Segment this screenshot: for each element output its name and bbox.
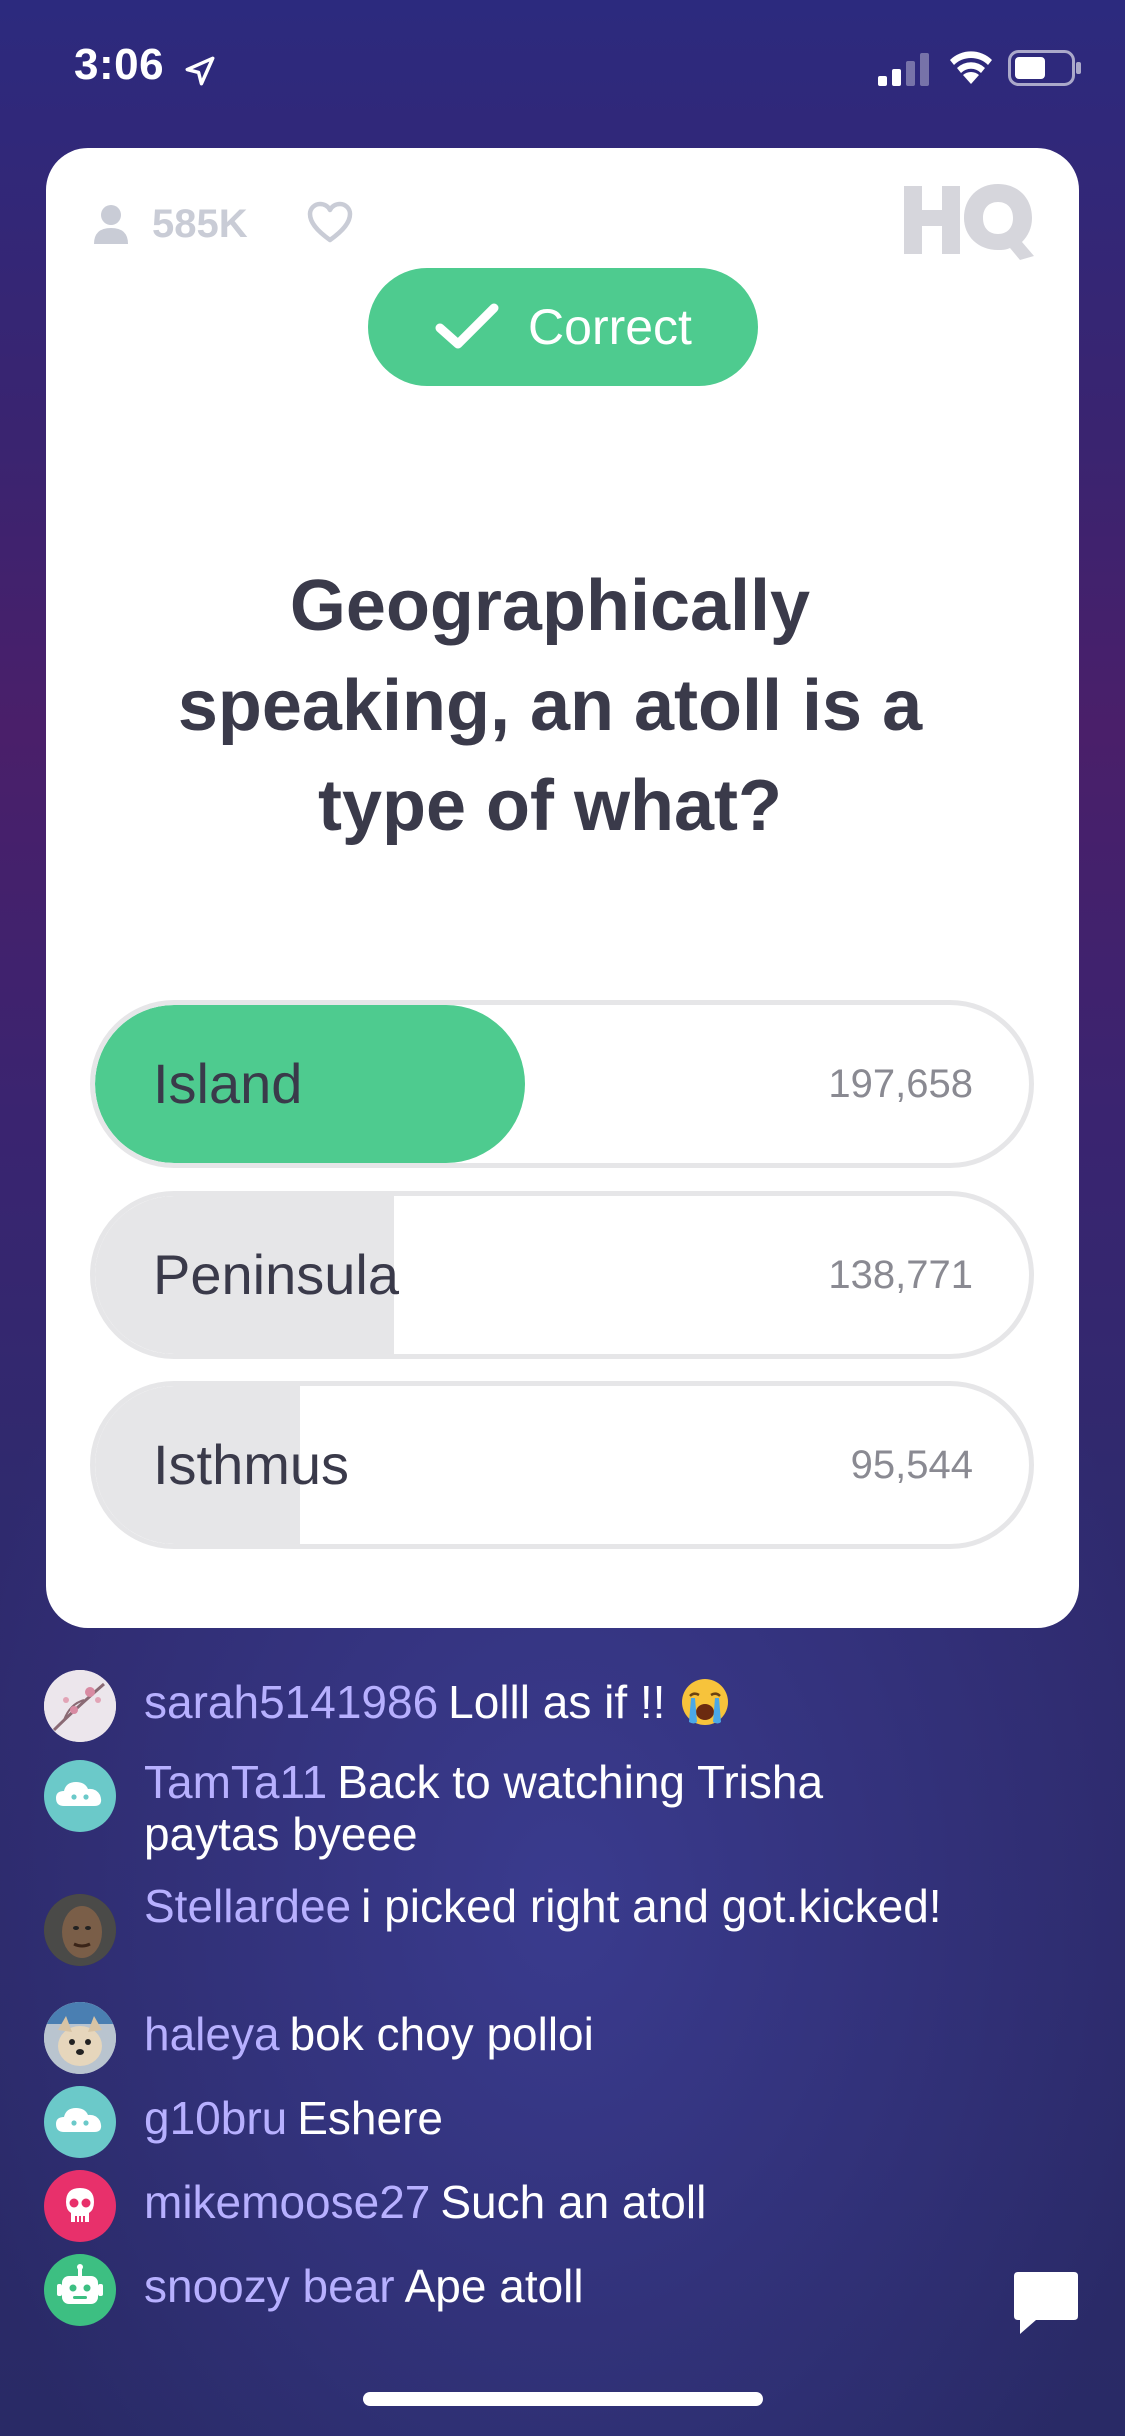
chat-message-text: haleya bok choy polloi: [144, 2008, 944, 2060]
home-indicator[interactable]: [363, 2392, 763, 2406]
chat-message-body: bok choy polloi: [289, 2008, 594, 2060]
chat-username[interactable]: haleya: [144, 2008, 280, 2060]
avatar: [44, 1894, 116, 1966]
chat-username[interactable]: sarah5141986: [144, 1676, 438, 1728]
wifi-icon: [950, 51, 992, 84]
chat-username[interactable]: Stellardee: [144, 1880, 351, 1932]
chat-message-text: TamTa11 Back to watching Trisha paytas by…: [144, 1756, 944, 1860]
answer-option-island: Island 197,658: [90, 1000, 1034, 1168]
skull-avatar-icon: [66, 2188, 94, 2222]
checkmark-icon: [435, 303, 499, 349]
viewer-count: 585K: [92, 198, 248, 250]
chat-message-body: Lolll as if !!: [448, 1676, 666, 1728]
blossom-photo-icon: [44, 1670, 116, 1742]
chat-username[interactable]: TamTa11: [144, 1756, 327, 1808]
chat-message-text: snoozy bear Ape atoll: [144, 2260, 944, 2312]
answer-label: Peninsula: [153, 1243, 399, 1306]
chat-bubble-icon[interactable]: [1010, 2266, 1082, 2338]
chat-message-body: Ape atoll: [404, 2260, 584, 2312]
correct-badge: Correct: [368, 268, 758, 386]
heart-icon[interactable]: [306, 200, 354, 244]
chat-message-body: Eshere: [297, 2092, 443, 2144]
chat-message-body: i picked right and got.kicked!: [361, 1880, 942, 1932]
avatar: [44, 2254, 116, 2326]
viewer-count-text: 585K: [152, 201, 248, 246]
dog-photo-icon: [44, 2002, 116, 2074]
chat-message-text: sarah5141986 Lolll as if !!: [144, 1676, 944, 1728]
battery-icon: [1008, 50, 1081, 86]
status-time: 3:06: [74, 40, 165, 89]
avatar: [44, 1760, 116, 1832]
chat-message-text: Stellardee i picked right and got.kicked!: [144, 1880, 944, 1932]
answer-option-isthmus: Isthmus 95,544: [90, 1381, 1034, 1549]
correct-badge-label: Correct: [528, 299, 692, 355]
answer-count: 138,771: [828, 1253, 973, 1297]
status-bar: 3:06: [0, 0, 1125, 140]
cellular-signal-icon: [878, 53, 929, 86]
chat-username[interactable]: snoozy bear: [144, 2260, 395, 2312]
answer-count: 197,658: [828, 1062, 973, 1106]
hq-logo: [904, 184, 1034, 260]
answer-count: 95,544: [850, 1443, 973, 1487]
chat-message-text: mikemoose27 Such an atoll: [144, 2176, 944, 2228]
robot-avatar-icon: [57, 2264, 103, 2304]
location-arrow-icon: [185, 56, 215, 86]
avatar: [44, 1670, 116, 1742]
chat-message-text: g10bru Eshere: [144, 2092, 944, 2144]
chat-username[interactable]: mikemoose27: [144, 2176, 430, 2228]
question-text: Geographically speaking, an atoll is a t…: [177, 566, 923, 846]
avatar: [44, 2002, 116, 2074]
answer-option-peninsula: Peninsula 138,771: [90, 1191, 1034, 1359]
avatar: [44, 2170, 116, 2242]
cloud-avatar-icon: [56, 1782, 102, 1806]
chat-username[interactable]: g10bru: [144, 2092, 287, 2144]
chat-message-body: Such an atoll: [440, 2176, 707, 2228]
avatar: [44, 2086, 116, 2158]
user-icon: [94, 205, 128, 244]
answer-label: Island: [153, 1052, 303, 1115]
crying-face-emoji-icon: [682, 1679, 729, 1725]
person-photo-icon: [44, 1894, 116, 1966]
answer-label: Isthmus: [153, 1433, 350, 1496]
cloud-avatar-icon: [56, 2108, 102, 2132]
